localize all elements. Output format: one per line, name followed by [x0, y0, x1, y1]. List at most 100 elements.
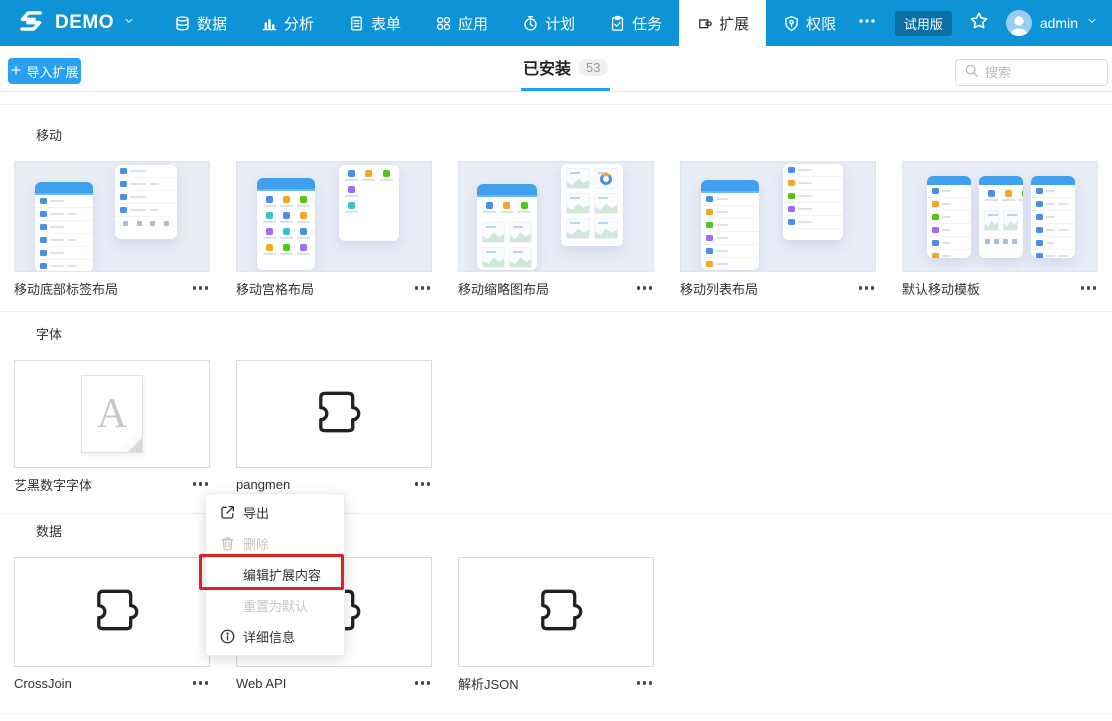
card-preview — [236, 161, 432, 272]
extension-icon — [696, 15, 713, 32]
card-footer: CrossJoin — [14, 674, 210, 692]
import-extension-button[interactable]: 导入扩展 — [8, 58, 81, 84]
form-icon — [348, 15, 365, 32]
section-cards-row: A 艺黑数字字体 pangmen — [14, 360, 432, 493]
extension-card[interactable]: A 艺黑数字字体 — [14, 360, 210, 493]
toolbar: 导入扩展 已安装 53 — [0, 46, 1112, 92]
menu-item-details[interactable]: 详细信息 — [206, 621, 344, 652]
trial-badge: 试用版 — [895, 11, 952, 36]
phone-mockup — [115, 165, 177, 239]
card-context-menu: 导出删除编辑扩展内容重置为默认详细信息 — [205, 493, 345, 656]
app-logo-icon — [16, 6, 46, 41]
nav-item-label: 应用 — [458, 13, 488, 34]
extension-card[interactable]: CrossJoin — [14, 557, 210, 692]
nav-item-form[interactable]: 表单 — [331, 0, 418, 46]
apps-icon — [435, 15, 452, 32]
nav-item-bar-chart[interactable]: 分析 — [244, 0, 331, 46]
phone-mockup — [339, 165, 399, 241]
card-preview — [680, 161, 876, 272]
user-menu[interactable]: admin — [1006, 10, 1098, 36]
extension-card[interactable]: 移动宫格布局 — [236, 161, 432, 297]
puzzle-icon — [301, 379, 367, 450]
nav-item-label: 权限 — [806, 13, 836, 34]
card-menu-button[interactable] — [191, 677, 211, 689]
menu-item-label: 删除 — [243, 534, 269, 553]
card-footer: 解析JSON — [458, 674, 654, 692]
phone-header-bar — [35, 182, 93, 195]
export-icon — [219, 504, 236, 521]
phone-mockup — [927, 176, 971, 258]
card-footer: 移动列表布局 — [680, 279, 876, 297]
database-icon — [174, 15, 191, 32]
menu-item-export[interactable]: 导出 — [206, 497, 344, 528]
card-footer: 移动底部标签布局 — [14, 279, 210, 297]
card-menu-button[interactable] — [413, 677, 433, 689]
extension-card[interactable]: 移动底部标签布局 — [14, 161, 210, 297]
font-file-icon: A — [81, 375, 143, 453]
menu-item-spacer — [219, 597, 236, 614]
nav-item-tasks[interactable]: 任务 — [592, 0, 679, 46]
card-footer: 默认移动模板 — [902, 279, 1098, 297]
card-footer: Web API — [236, 674, 432, 692]
menu-item-label: 详细信息 — [243, 627, 295, 646]
search-icon — [964, 63, 979, 83]
card-title: 解析JSON — [458, 674, 519, 693]
nav-item-label: 扩展 — [719, 13, 749, 34]
card-menu-button[interactable] — [413, 282, 433, 294]
main-nav: 数据分析 表单 应用 计划 任务 扩展 权限 — [157, 0, 853, 46]
phone-mockup — [477, 184, 537, 270]
nav-item-schedule[interactable]: 计划 — [505, 0, 592, 46]
tab-installed-label: 已安装 — [523, 55, 571, 79]
divider — [0, 104, 1112, 105]
tasks-icon — [609, 15, 626, 32]
phone-mockup — [783, 164, 843, 240]
menu-item-edit-extension-content[interactable]: 编辑扩展内容 — [206, 559, 344, 590]
card-menu-button[interactable] — [635, 282, 655, 294]
card-title: 艺黑数字字体 — [14, 475, 92, 494]
extension-card[interactable]: 移动列表布局 — [680, 161, 876, 297]
brand-menu[interactable]: DEMO — [0, 0, 135, 46]
puzzle-icon — [523, 577, 589, 648]
star-icon[interactable] — [969, 11, 989, 36]
card-preview — [458, 557, 654, 667]
card-title: CrossJoin — [14, 676, 72, 691]
nav-item-permission[interactable]: 权限 — [766, 0, 853, 46]
card-footer: 艺黑数字字体 — [14, 475, 210, 493]
info-icon — [219, 628, 236, 645]
card-menu-button[interactable] — [191, 282, 211, 294]
nav-item-database[interactable]: 数据 — [157, 0, 244, 46]
card-menu-button[interactable] — [413, 478, 433, 490]
nav-item-label: 任务 — [632, 13, 662, 34]
phone-header-bar — [1031, 176, 1075, 185]
tab-installed[interactable]: 已安装 53 — [521, 46, 610, 91]
chevron-down-icon — [123, 14, 135, 32]
phone-mockup — [561, 164, 623, 246]
card-menu-button[interactable] — [635, 677, 655, 689]
divider — [0, 513, 1112, 514]
more-menu-icon[interactable] — [856, 12, 878, 35]
section-title: 移动 — [36, 125, 62, 144]
card-title: Web API — [236, 676, 286, 691]
card-menu-button[interactable] — [857, 282, 877, 294]
card-menu-button[interactable] — [191, 478, 211, 490]
menu-item-label: 导出 — [243, 503, 269, 522]
nav-item-extension[interactable]: 扩展 — [679, 0, 766, 46]
puzzle-icon — [79, 577, 145, 648]
search-input[interactable] — [985, 65, 1099, 80]
avatar — [1006, 10, 1032, 36]
extension-card[interactable]: 解析JSON — [458, 557, 654, 692]
username: admin — [1040, 15, 1078, 31]
divider — [0, 713, 1112, 714]
extension-card[interactable]: 默认移动模板 — [902, 161, 1098, 297]
nav-item-label: 计划 — [545, 13, 575, 34]
nav-item-apps[interactable]: 应用 — [418, 0, 505, 46]
extension-card[interactable]: 移动缩略图布局 — [458, 161, 654, 297]
permission-icon — [783, 15, 800, 32]
extension-card[interactable]: pangmen — [236, 360, 432, 493]
card-footer: 移动缩略图布局 — [458, 279, 654, 297]
phone-mockup — [979, 176, 1023, 258]
nav-item-label: 表单 — [371, 13, 401, 34]
card-menu-button[interactable] — [1079, 282, 1099, 294]
app-header: DEMO 数据分析 表单 应用 计划 任务 扩展 权限 试用版 admin — [0, 0, 1112, 46]
phone-header-bar — [257, 178, 315, 191]
